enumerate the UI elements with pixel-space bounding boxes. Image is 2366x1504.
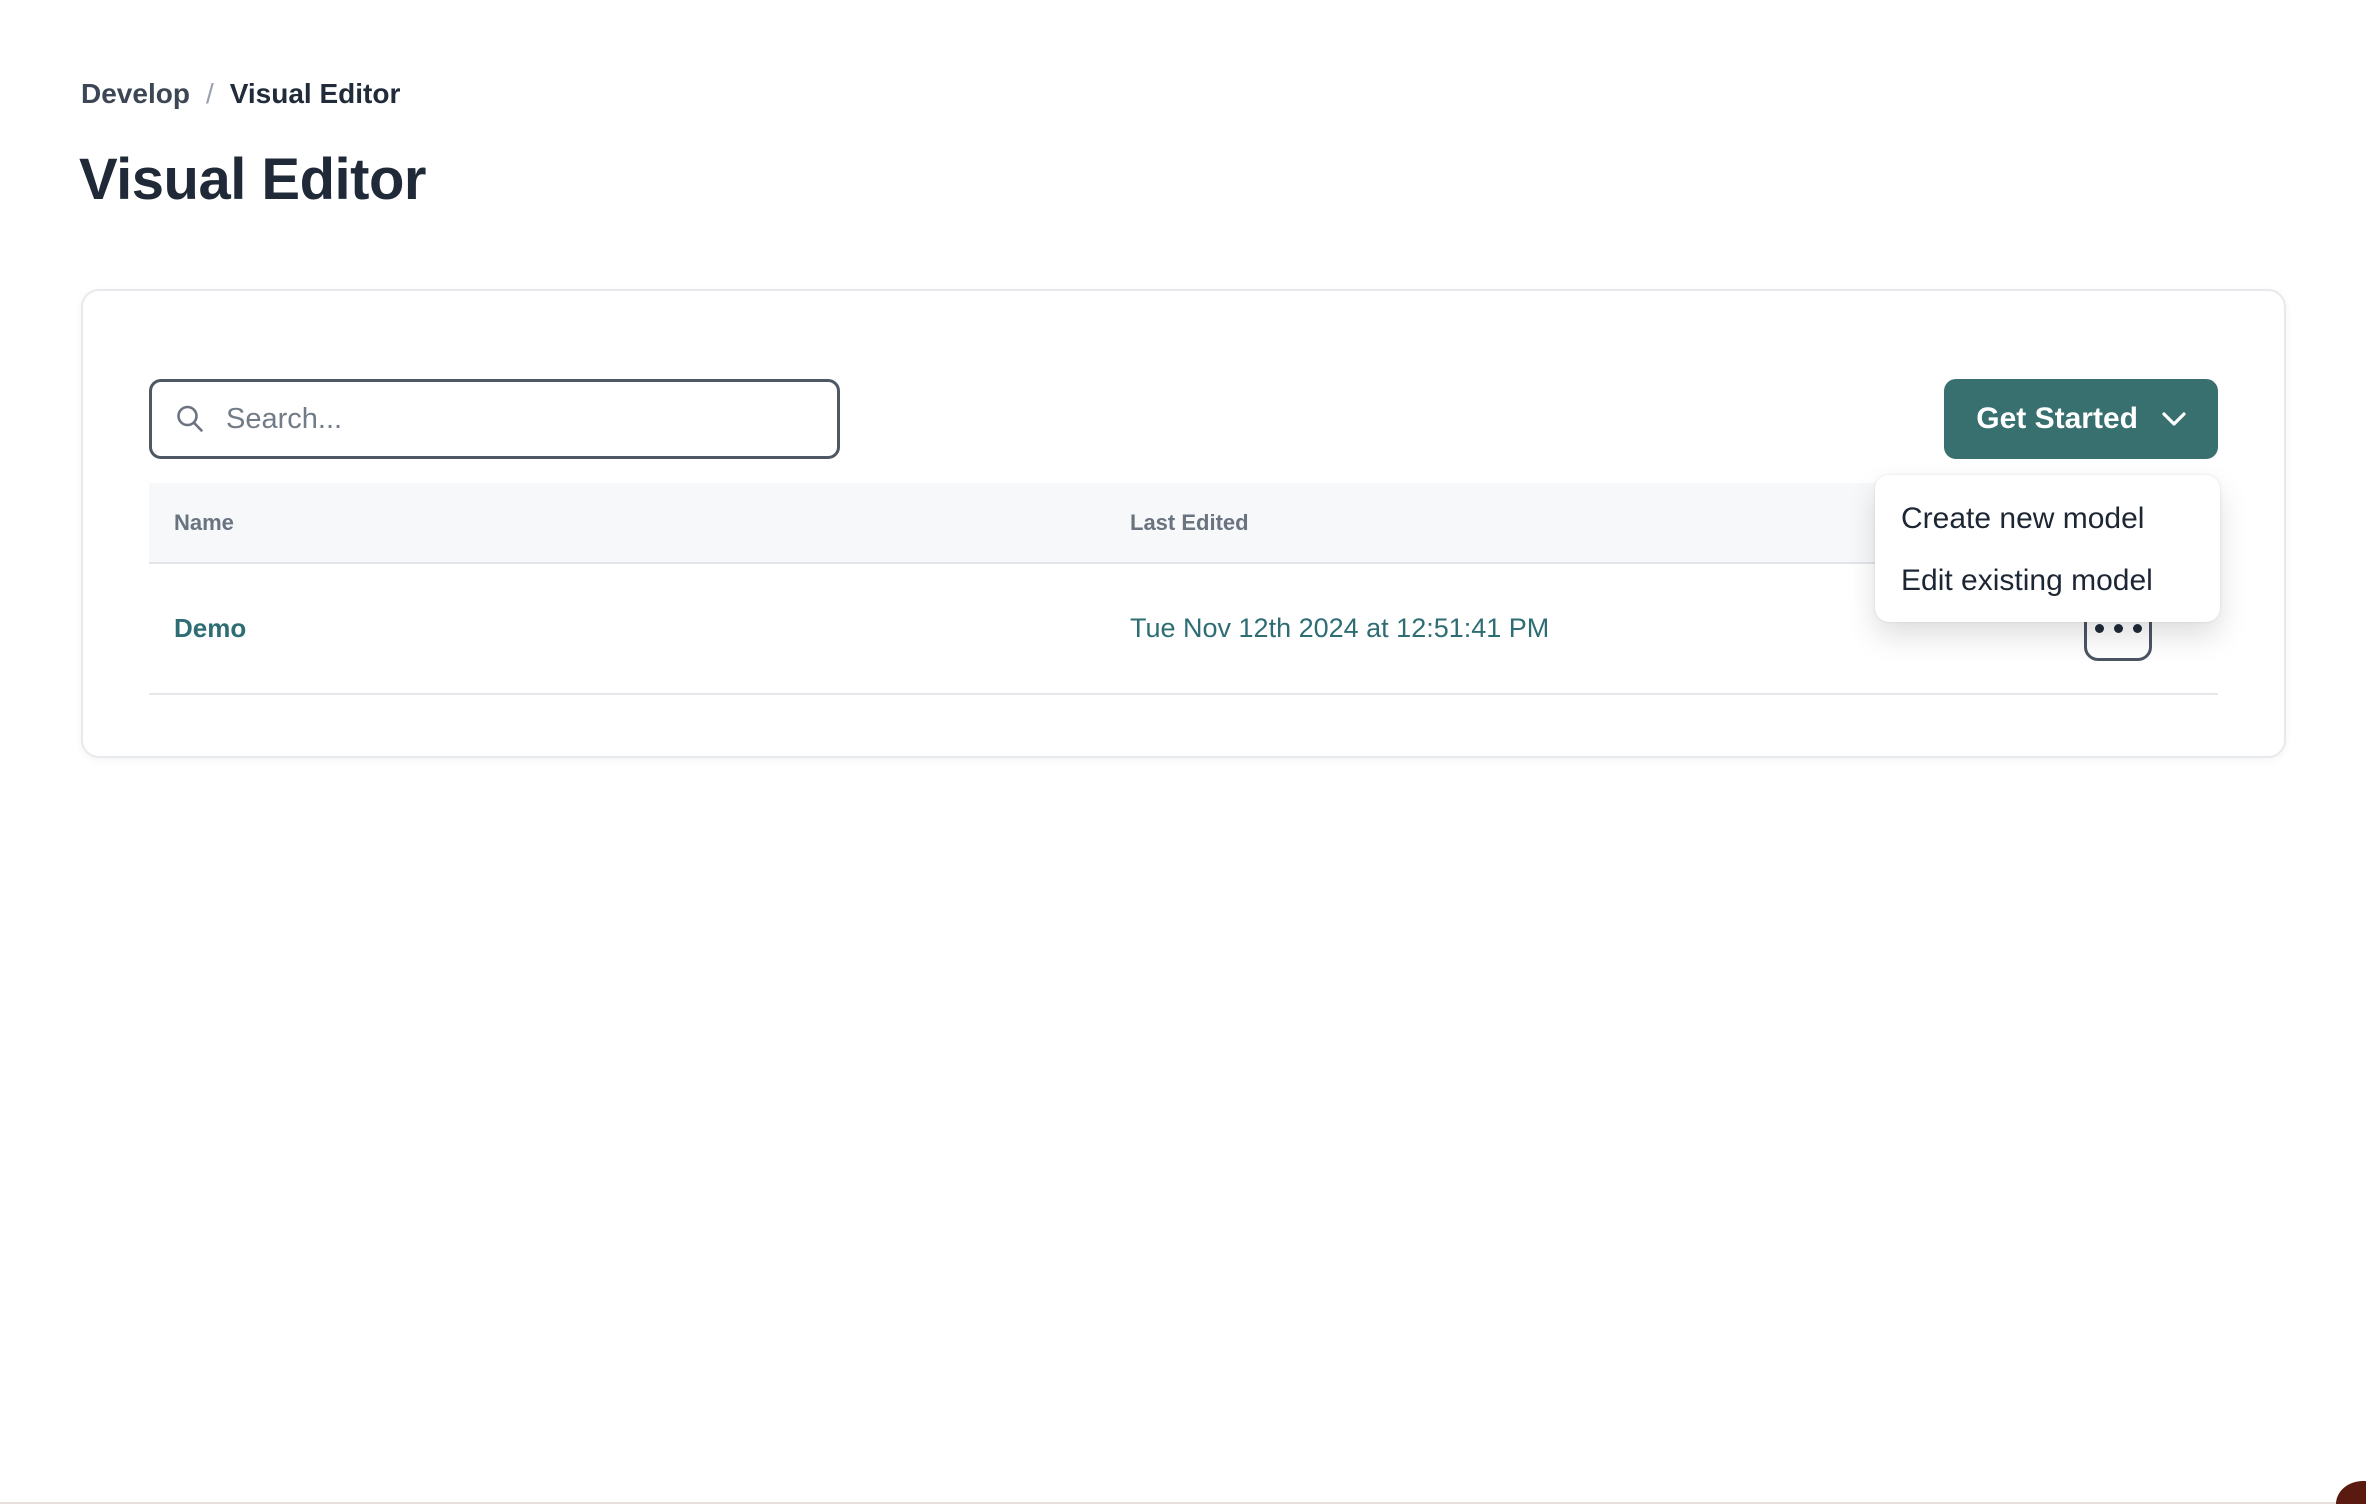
breadcrumb-visual-editor: Visual Editor [230, 78, 401, 110]
page: Develop / Visual Editor Visual Editor Ge… [0, 0, 2366, 1504]
get-started-button[interactable]: Get Started [1944, 379, 2218, 459]
menu-item-edit-existing-model[interactable]: Edit existing model [1875, 550, 2220, 612]
get-started-label: Get Started [1976, 402, 2138, 436]
menu-item-create-new-model[interactable]: Create new model [1875, 488, 2220, 550]
breadcrumb-separator: / [206, 78, 214, 110]
model-name-cell: Demo [149, 613, 1130, 644]
chevron-down-icon [2162, 412, 2186, 426]
search-input[interactable] [224, 402, 817, 437]
bottom-right-corner-shape [2336, 1481, 2366, 1504]
models-card: Get Started Name Last Edited Demo Tue [81, 289, 2286, 758]
search-box[interactable] [149, 379, 840, 459]
toolbar: Get Started [149, 379, 2218, 459]
page-title: Visual Editor [79, 146, 426, 213]
model-name-link[interactable]: Demo [174, 613, 246, 643]
search-icon [174, 403, 206, 435]
breadcrumb: Develop / Visual Editor [81, 78, 400, 110]
column-header-name: Name [149, 510, 1130, 536]
card-inner: Get Started Name Last Edited Demo Tue [83, 291, 2284, 756]
get-started-dropdown-menu: Create new model Edit existing model [1875, 475, 2220, 622]
ellipsis-icon [2095, 624, 2104, 633]
breadcrumb-develop[interactable]: Develop [81, 78, 190, 110]
